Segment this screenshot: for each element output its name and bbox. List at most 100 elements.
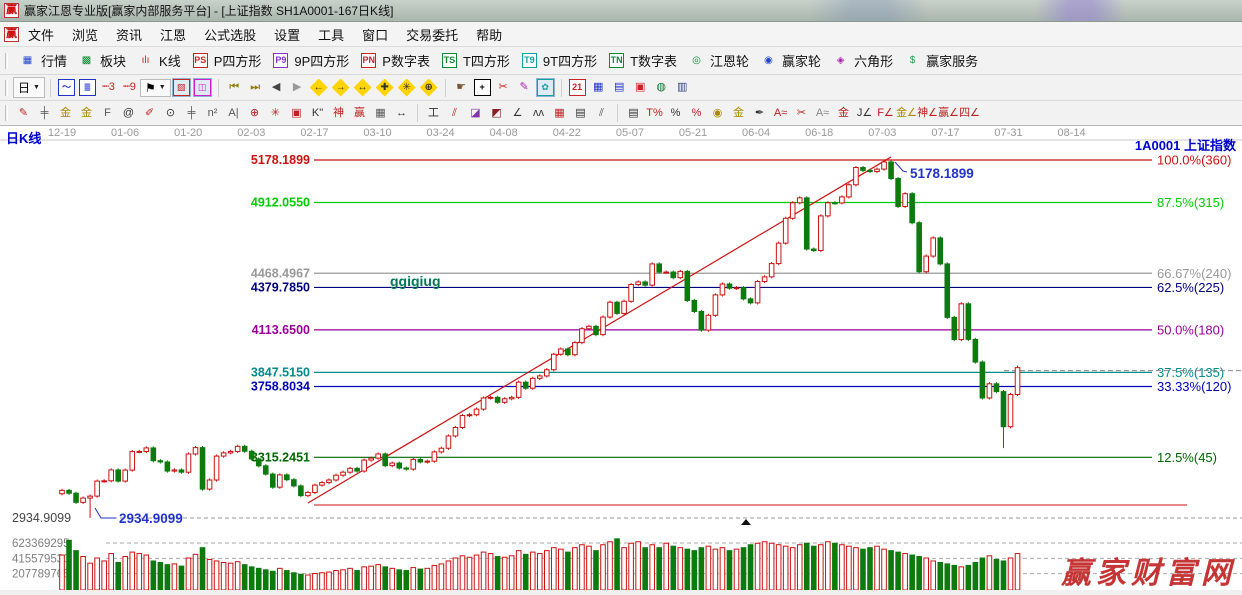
9t-square-button[interactable]: T99T四方形 bbox=[515, 49, 602, 72]
price-scale-icon[interactable]: ▤ bbox=[625, 105, 642, 122]
menu-item-3[interactable]: 江恩 bbox=[151, 23, 195, 46]
fan-rays-icon[interactable]: ⫽ bbox=[446, 105, 463, 122]
winner-wheel-button[interactable]: ◉赢家轮 bbox=[754, 49, 826, 72]
zoom-fit-icon[interactable]: ⊕ bbox=[420, 79, 438, 97]
sectors-button[interactable]: ▩板块 bbox=[72, 49, 131, 72]
hash-lines-icon[interactable]: ╪ bbox=[183, 105, 200, 122]
grid-123-icon[interactable]: ▦ bbox=[372, 105, 389, 122]
menu-item-7[interactable]: 窗口 bbox=[353, 23, 397, 46]
f-lines-icon[interactable]: F bbox=[99, 105, 116, 122]
menu-item-5[interactable]: 设置 bbox=[265, 23, 309, 46]
shen-tool-icon[interactable]: 神 bbox=[330, 105, 347, 122]
gold-levels-icon[interactable]: 金 bbox=[730, 105, 747, 122]
percent-line-icon[interactable]: T% bbox=[646, 105, 663, 122]
gold-lines2-icon[interactable]: 金 bbox=[78, 105, 95, 122]
gold-underline-icon[interactable]: 金 bbox=[835, 105, 852, 122]
knife-icon[interactable]: ✂ bbox=[793, 105, 810, 122]
grid-arrow-icon[interactable]: ▤ bbox=[572, 105, 589, 122]
p-number-button[interactable]: PNP数字表 bbox=[354, 49, 435, 72]
menu-item-4[interactable]: 公式选股 bbox=[195, 23, 265, 46]
zoom-in-icon[interactable]: ✚ bbox=[376, 79, 394, 97]
9p-square-button[interactable]: P99P四方形 bbox=[266, 49, 354, 72]
next-page-icon[interactable]: ▶ bbox=[289, 79, 306, 96]
shen-angle-icon[interactable]: 神∠ bbox=[919, 105, 936, 122]
zoom-h-icon[interactable]: ↔ bbox=[354, 79, 372, 97]
menu-item-2[interactable]: 资讯 bbox=[107, 23, 151, 46]
web-export-icon[interactable]: ◍ bbox=[653, 79, 670, 96]
flag-marker-icon[interactable]: ⚑▼ bbox=[140, 79, 171, 97]
n2-icon[interactable]: n² bbox=[204, 105, 221, 122]
menu-item-0[interactable]: 文件 bbox=[19, 23, 63, 46]
wave-a-icon[interactable]: A≈ bbox=[772, 105, 789, 122]
smart-analysis-icon[interactable]: ✿ bbox=[537, 79, 554, 96]
kline3-icon[interactable]: ┉3 bbox=[100, 79, 117, 96]
quotes-button[interactable]: ▦行情 bbox=[13, 49, 72, 72]
p-square-button[interactable]: PSP四方形 bbox=[186, 49, 267, 72]
angles-icon[interactable]: ∠ bbox=[509, 105, 526, 122]
f-angle-icon[interactable]: F∠ bbox=[877, 105, 894, 122]
menu-item-1[interactable]: 浏览 bbox=[63, 23, 107, 46]
fan-box2-icon[interactable]: ◩ bbox=[488, 105, 505, 122]
t-number-button[interactable]: TNT数字表 bbox=[602, 49, 682, 72]
pan-left-icon[interactable]: ← bbox=[310, 79, 328, 97]
hexagon-button[interactable]: ◈六角形 bbox=[826, 49, 898, 72]
spiral-icon[interactable]: @ bbox=[120, 105, 137, 122]
print-icon[interactable]: ▥ bbox=[674, 79, 691, 96]
kline9-icon[interactable]: ┉9 bbox=[121, 79, 138, 96]
first-page-icon[interactable]: ⏮ bbox=[226, 79, 243, 96]
gann-wheel-button[interactable]: ◎江恩轮 bbox=[682, 49, 754, 72]
ying-angle-icon[interactable]: 赢∠ bbox=[940, 105, 957, 122]
period-selector[interactable]: 日▼ bbox=[13, 77, 45, 98]
gold-circle-icon[interactable]: ◉ bbox=[709, 105, 726, 122]
menu-item-9[interactable]: 帮助 bbox=[467, 23, 511, 46]
time-cycle-icon[interactable]: ⊙ bbox=[162, 105, 179, 122]
k-quote-icon[interactable]: K" bbox=[309, 105, 326, 122]
t-square-button[interactable]: TST四方形 bbox=[435, 49, 515, 72]
last-page-icon[interactable]: ⏭ bbox=[247, 79, 264, 96]
edit-note-icon[interactable]: ✎ bbox=[516, 79, 533, 96]
draw-pen-icon[interactable]: ✎ bbox=[15, 105, 32, 122]
gold-angle-icon[interactable]: 金∠ bbox=[898, 105, 915, 122]
kline-button[interactable]: ılıK线 bbox=[131, 49, 186, 72]
f10-info-icon[interactable]: ≣ bbox=[79, 79, 96, 96]
square-wheel-icon[interactable]: ▣ bbox=[288, 105, 305, 122]
calendar-icon[interactable]: 21 bbox=[569, 79, 586, 96]
chart-area[interactable]: 12-1901-0601-2002-0302-1703-1003-2404-08… bbox=[0, 126, 1242, 590]
measure-icon[interactable]: ✂ bbox=[495, 79, 512, 96]
span-arrows-icon[interactable]: ↔ bbox=[393, 105, 410, 122]
intraday-icon[interactable]: 〜 bbox=[58, 79, 75, 96]
four-angle-icon[interactable]: 四∠ bbox=[961, 105, 978, 122]
zoom-all-icon[interactable]: ✳ bbox=[398, 79, 416, 97]
crosshair-icon[interactable]: + bbox=[474, 79, 491, 96]
wheel-star-icon[interactable]: ✳ bbox=[267, 105, 284, 122]
compress-chart-icon[interactable]: ◫ bbox=[194, 79, 211, 96]
winner-service-button[interactable]: $赢家服务 bbox=[898, 49, 983, 72]
notepad-icon[interactable]: ▤ bbox=[611, 79, 628, 96]
gann-lines-icon[interactable]: ╪ bbox=[36, 105, 53, 122]
j-angle-icon[interactable]: J∠ bbox=[856, 105, 873, 122]
circle-cross-icon[interactable]: ⊕ bbox=[246, 105, 263, 122]
kline-chart-svg[interactable]: 12-1901-0601-2002-0302-1703-1003-2404-08… bbox=[0, 126, 1242, 590]
drag-hand-icon[interactable]: ☛ bbox=[453, 79, 470, 96]
parallel-lines-icon[interactable]: ⫽ bbox=[593, 105, 610, 122]
window-titlebar[interactable]: 赢 赢家江恩专业版[赢家内部服务平台] - [上证指数 SH1A0001-167… bbox=[0, 0, 1242, 22]
angle-measure-icon[interactable]: A| bbox=[225, 105, 242, 122]
menu-item-6[interactable]: 工具 bbox=[309, 23, 353, 46]
pen-book-icon[interactable]: ✒ bbox=[751, 105, 768, 122]
wave-a2-icon[interactable]: A≈ bbox=[814, 105, 831, 122]
gold-lines-icon[interactable]: 金 bbox=[57, 105, 74, 122]
fan-box-icon[interactable]: ◪ bbox=[467, 105, 484, 122]
ying-tool-icon[interactable]: 赢 bbox=[351, 105, 368, 122]
save-icon[interactable]: ▣ bbox=[632, 79, 649, 96]
calculator-icon[interactable]: ▦ bbox=[590, 79, 607, 96]
menu-item-8[interactable]: 交易委托 bbox=[397, 23, 467, 46]
percent-levels-icon[interactable]: % bbox=[688, 105, 705, 122]
gann-overlay-icon[interactable]: ▨ bbox=[173, 79, 190, 96]
red-grid-icon[interactable]: ▦ bbox=[551, 105, 568, 122]
pan-right-icon[interactable]: → bbox=[332, 79, 350, 97]
zigzag-icon[interactable]: ʌʌ bbox=[530, 105, 547, 122]
prev-page-icon[interactable]: ◀ bbox=[268, 79, 285, 96]
draw-brush-icon[interactable]: ✐ bbox=[141, 105, 158, 122]
gann-box-icon[interactable]: 工 bbox=[425, 105, 442, 122]
percent-icon[interactable]: % bbox=[667, 105, 684, 122]
